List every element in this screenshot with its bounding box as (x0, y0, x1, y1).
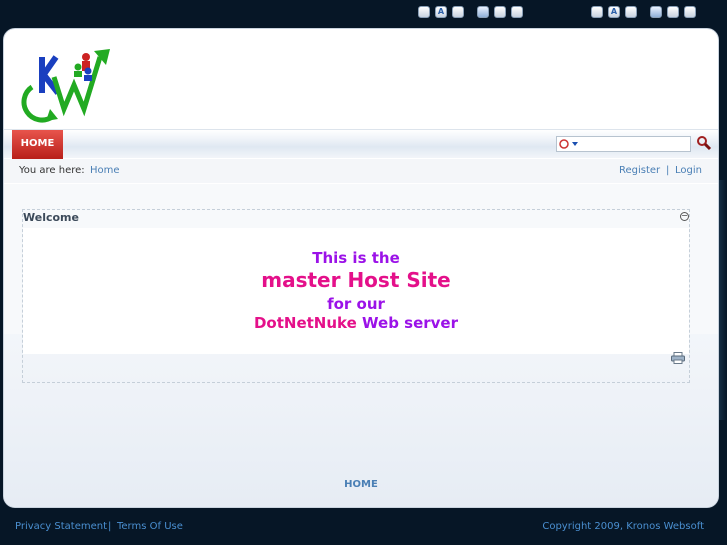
welcome-line-4: DotNetNuke Web server (23, 314, 689, 332)
welcome-line-1: This is the (312, 249, 400, 267)
font-large-icon[interactable] (625, 6, 637, 18)
search-box (556, 136, 691, 152)
terms-link[interactable]: Terms Of Use (117, 521, 183, 532)
welcome-line-4-b: Web server (362, 314, 459, 332)
search-input[interactable] (581, 137, 689, 151)
top-toolbar: A A (0, 4, 727, 22)
login-link[interactable]: Login (675, 165, 702, 176)
logo-icon[interactable] (14, 47, 114, 123)
layout-medium-icon[interactable] (667, 6, 679, 18)
breadcrumb-label: You are here: (19, 165, 85, 176)
footer-separator: | (108, 521, 112, 532)
layout-medium-icon[interactable] (494, 6, 506, 18)
welcome-module: Welcome − This is the master Host Site f… (22, 209, 690, 383)
main-navbar: HOME (4, 129, 718, 159)
module-title: Welcome (23, 211, 79, 224)
privacy-link[interactable]: Privacy Statement (15, 521, 107, 532)
layout-wide-icon[interactable] (511, 6, 523, 18)
page-container: HOME You are here: Home Register | Login… (3, 28, 719, 508)
welcome-line-2: master Host Site (261, 268, 451, 292)
font-medium-icon[interactable]: A (608, 6, 620, 18)
search-icon[interactable] (696, 135, 712, 151)
account-separator: | (666, 165, 670, 176)
font-small-icon[interactable] (418, 6, 430, 18)
module-content: This is the master Host Site for our Dot… (23, 228, 689, 354)
footer-nav-home[interactable]: HOME (4, 479, 718, 490)
font-small-icon[interactable] (591, 6, 603, 18)
welcome-line-3: for our (327, 295, 385, 313)
layout-narrow-icon[interactable] (477, 6, 489, 18)
breadcrumb-home-link[interactable]: Home (90, 165, 120, 176)
layout-narrow-icon[interactable] (650, 6, 662, 18)
search-engine-icon (559, 139, 578, 149)
font-large-icon[interactable] (452, 6, 464, 18)
welcome-line-4-a: DotNetNuke (253, 314, 357, 332)
font-medium-icon[interactable]: A (435, 6, 447, 18)
minimize-icon[interactable]: − (680, 212, 689, 221)
search-type-select[interactable] (558, 138, 580, 150)
nav-tab-home[interactable]: HOME (12, 130, 63, 159)
breadcrumb-bar: You are here: Home Register | Login (4, 159, 718, 183)
register-link[interactable]: Register (619, 165, 660, 176)
print-icon[interactable] (671, 352, 685, 364)
site-footer: Privacy Statement | Terms Of Use Copyrig… (0, 516, 727, 538)
copyright-text: Copyright 2009, Kronos Websoft (542, 521, 704, 532)
layout-wide-icon[interactable] (684, 6, 696, 18)
